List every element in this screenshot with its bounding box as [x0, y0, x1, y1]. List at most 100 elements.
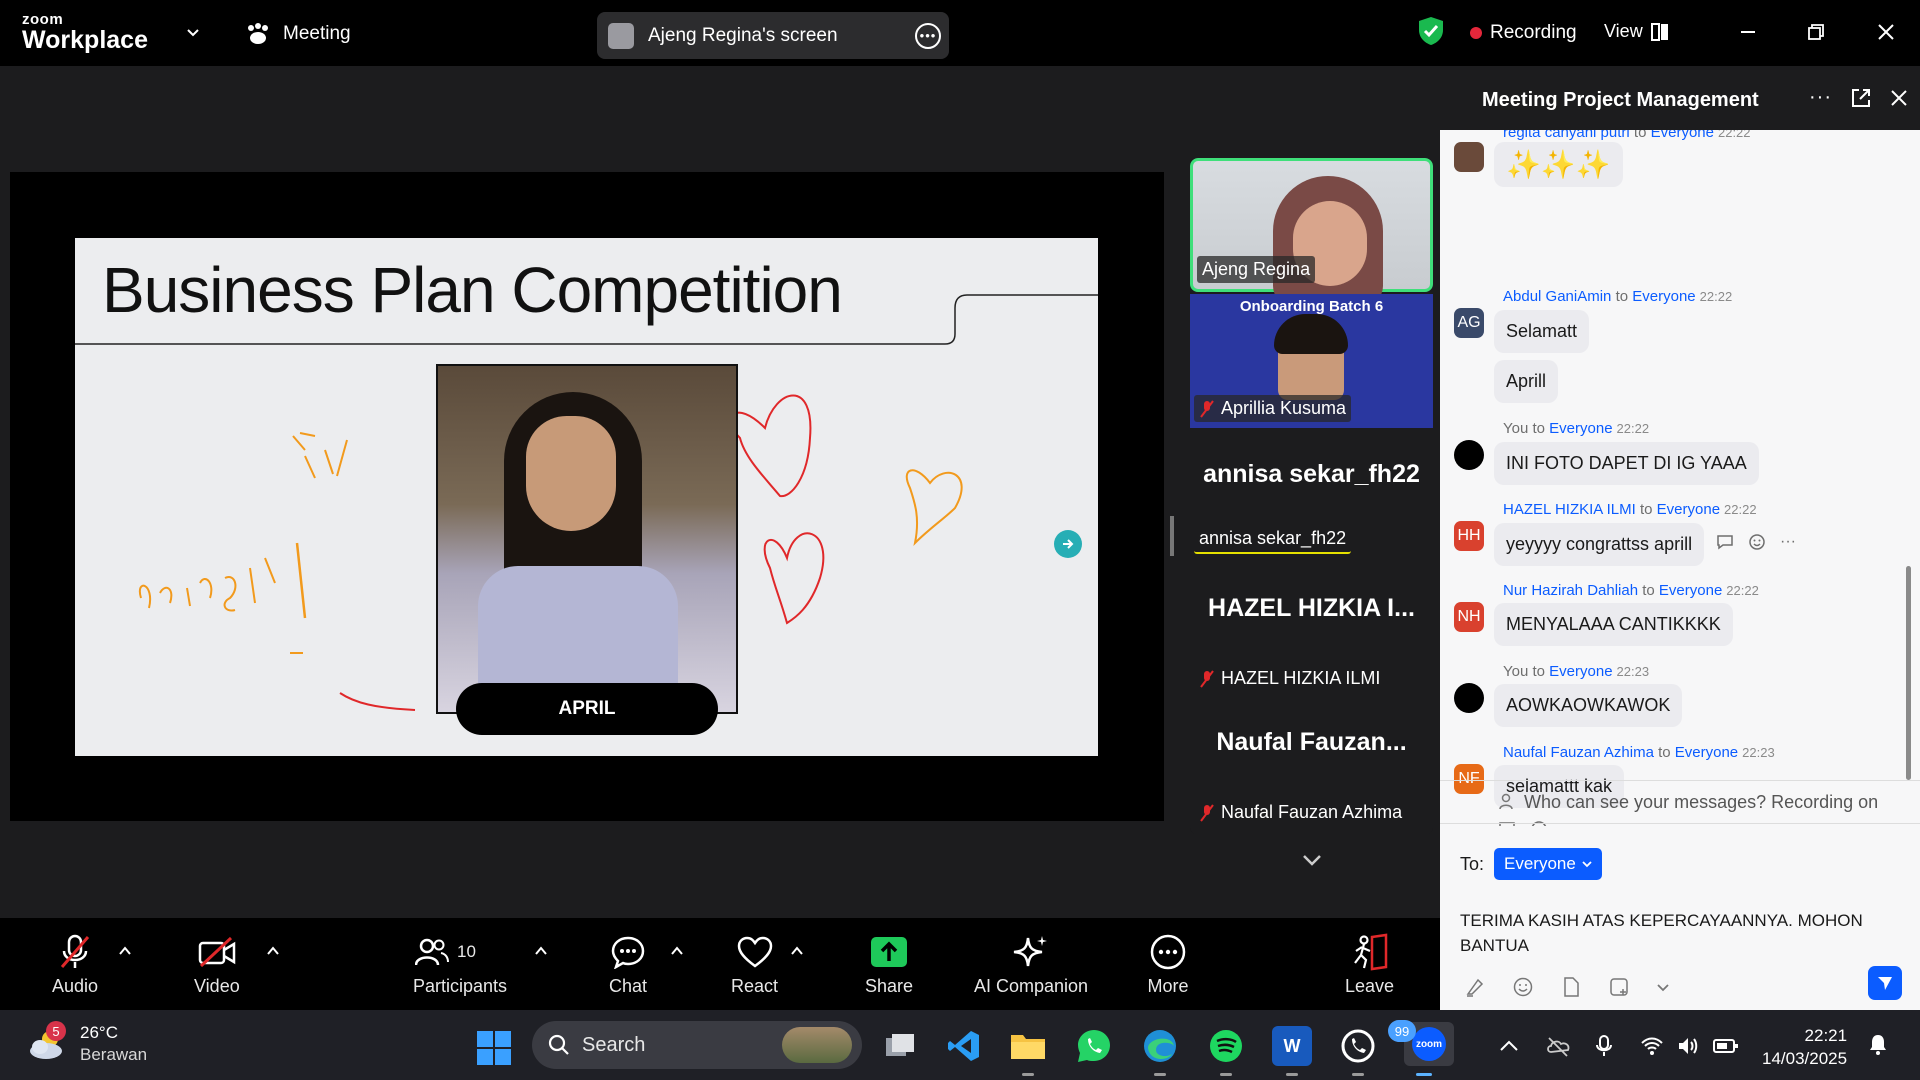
video-tile-naufal-fauzan[interactable]: Naufal Fauzan... Naufal Fauzan Azhima — [1190, 698, 1433, 832]
battery-icon[interactable] — [1712, 1034, 1740, 1058]
vscode-app[interactable] — [944, 1026, 984, 1066]
react-button[interactable]: React — [731, 932, 778, 997]
windows-start-icon[interactable] — [476, 1030, 512, 1066]
format-text-icon[interactable] — [1464, 976, 1486, 998]
video-tile-hazel-hizkia[interactable]: HAZEL HIZKIA I... HAZEL HIZKIA ILMI — [1190, 564, 1433, 698]
more-button[interactable]: More — [1146, 932, 1190, 997]
message-recipient[interactable]: Everyone — [1549, 420, 1612, 437]
wifi-icon[interactable] — [1640, 1034, 1664, 1058]
chat-options-caret-icon[interactable] — [670, 944, 684, 958]
gallery-scroll-down-icon[interactable] — [1300, 848, 1324, 872]
show-hidden-icons-icon[interactable] — [1497, 1034, 1521, 1058]
video-tile-ajeng-regina[interactable]: Ajeng Regina — [1190, 158, 1433, 306]
video-off-icon — [198, 936, 236, 968]
message-recipient[interactable]: Everyone — [1657, 501, 1720, 518]
message-bubble[interactable]: AOWKAOWKAWOK — [1494, 684, 1683, 727]
restore-button[interactable] — [1802, 18, 1830, 46]
edge-app[interactable] — [1140, 1026, 1180, 1076]
participant-big-name: Naufal Fauzan... — [1216, 728, 1407, 756]
volume-icon[interactable] — [1676, 1034, 1700, 1058]
chevron-down-icon[interactable] — [1656, 980, 1670, 994]
send-button[interactable] — [1868, 966, 1902, 1000]
video-tile-annisa-sekar[interactable]: annisa sekar_fh22 annisa sekar_fh22 — [1190, 430, 1433, 564]
message-recipient[interactable]: Everyone — [1549, 663, 1612, 680]
message-sender[interactable]: Naufal Fauzan Azhima — [1503, 744, 1654, 761]
chat-more-icon[interactable]: ··· — [1809, 86, 1832, 109]
add-reaction-icon[interactable] — [1748, 533, 1766, 551]
video-options-caret-icon[interactable] — [266, 944, 280, 958]
recording-indicator[interactable]: Recording — [1470, 22, 1577, 44]
message-recipient[interactable]: Everyone — [1632, 288, 1695, 305]
message-sender[interactable]: regita cahyani putri — [1503, 130, 1630, 141]
taskbar-search[interactable]: Search — [532, 1021, 862, 1069]
message-bubble[interactable]: ✨✨✨ — [1494, 142, 1623, 187]
participants-options-caret-icon[interactable] — [534, 944, 548, 958]
task-view-app[interactable] — [880, 1026, 920, 1066]
whatsapp-app[interactable] — [1074, 1026, 1114, 1066]
folder-icon — [1011, 1035, 1045, 1059]
share-button[interactable]: Share — [865, 932, 913, 997]
message-bubble[interactable]: Aprill — [1494, 360, 1559, 403]
screen-share-pill[interactable]: Ajeng Regina's screen ••• — [597, 12, 949, 59]
message-more-icon[interactable]: ··· — [1780, 533, 1796, 551]
message-sender[interactable]: Nur Hazirah Dahliah — [1503, 582, 1638, 599]
more-options-icon[interactable]: ••• — [915, 22, 941, 49]
chat-title: Meeting Project Management — [1482, 89, 1759, 111]
message-bubble[interactable]: yeyyyy congrattss aprill — [1494, 523, 1705, 566]
file-explorer-app[interactable] — [1008, 1026, 1048, 1076]
chevron-down-icon[interactable] — [184, 24, 202, 42]
minimize-button[interactable] — [1734, 18, 1762, 46]
file-attach-icon[interactable] — [1560, 976, 1582, 998]
meeting-menu[interactable]: Meeting — [245, 22, 351, 46]
message-sender[interactable]: Abdul GaniAmin — [1503, 288, 1611, 305]
system-clock[interactable]: 22:21 14/03/2025 — [1762, 1024, 1847, 1070]
meeting-toolbar: Audio Video 10 Participants Chat React S… — [0, 918, 1440, 1010]
message-sender[interactable]: HAZEL HIZKIA ILMI — [1503, 501, 1636, 518]
message-recipient[interactable]: Everyone — [1651, 130, 1714, 141]
reply-icon[interactable] — [1716, 534, 1734, 550]
close-chat-icon[interactable] — [1890, 89, 1908, 107]
audio-button[interactable]: Audio — [52, 932, 98, 997]
message-input[interactable]: TERIMA KASIH ATAS KEPERCAYAANNYA. MOHON … — [1460, 908, 1890, 958]
recipient-dropdown[interactable]: Everyone — [1494, 848, 1602, 880]
message-bubble[interactable]: INI FOTO DAPET DI IG YAAA — [1494, 442, 1759, 485]
participants-button[interactable]: 10 Participants — [413, 932, 507, 997]
microphone-in-use-icon[interactable] — [1592, 1034, 1616, 1058]
pop-out-icon[interactable] — [1850, 87, 1872, 109]
message-sender: You — [1503, 420, 1529, 437]
whatsapp-beta-app[interactable] — [1338, 1026, 1378, 1076]
weather-widget[interactable]: 5 26°C Berawan — [28, 1021, 147, 1066]
ai-companion-button[interactable]: AI Companion — [974, 932, 1088, 997]
spotify-app[interactable] — [1206, 1026, 1246, 1076]
video-label: Video — [194, 976, 240, 996]
whatsapp-unread-badge: 99 — [1388, 1020, 1416, 1042]
participant-name: Naufal Fauzan Azhima — [1221, 802, 1403, 822]
close-button[interactable] — [1872, 18, 1900, 46]
slide-next-button[interactable] — [1054, 530, 1082, 558]
emoji-icon[interactable] — [1512, 976, 1534, 998]
message-bubble[interactable]: MENYALAAA CANTIKKKK — [1494, 603, 1733, 646]
privacy-notice[interactable]: Who can see your messages? Recording on — [1440, 780, 1920, 824]
security-shield-icon[interactable] — [1418, 16, 1444, 46]
message-recipient[interactable]: Everyone — [1675, 744, 1738, 761]
edge-icon — [1144, 1030, 1176, 1062]
screenshot-icon[interactable] — [1608, 976, 1630, 998]
zoom-workplace-logo: zoom Workplace — [22, 12, 148, 53]
react-options-caret-icon[interactable] — [790, 944, 804, 958]
paw-icon — [248, 23, 268, 44]
message-recipient[interactable]: Everyone — [1659, 582, 1722, 599]
message-to-label: to — [1658, 744, 1671, 761]
message-bubble[interactable]: Selamatt — [1494, 310, 1590, 353]
onedrive-offline-icon[interactable] — [1545, 1034, 1573, 1058]
video-tile-aprillia-kusuma[interactable]: Onboarding Batch 6 Aprillia Kusuma — [1190, 294, 1433, 428]
leave-button[interactable]: Leave — [1345, 932, 1394, 997]
word-app[interactable]: W — [1272, 1026, 1312, 1076]
audio-options-caret-icon[interactable] — [118, 944, 132, 958]
view-button[interactable]: View — [1604, 21, 1669, 42]
chat-button[interactable]: Chat — [606, 932, 650, 997]
video-button[interactable]: Video — [194, 932, 240, 997]
panel-splitter-handle[interactable] — [1170, 516, 1174, 556]
chat-scrollbar[interactable] — [1906, 566, 1911, 780]
notification-bell-icon[interactable] — [1866, 1032, 1890, 1056]
search-highlight-image — [782, 1027, 852, 1063]
